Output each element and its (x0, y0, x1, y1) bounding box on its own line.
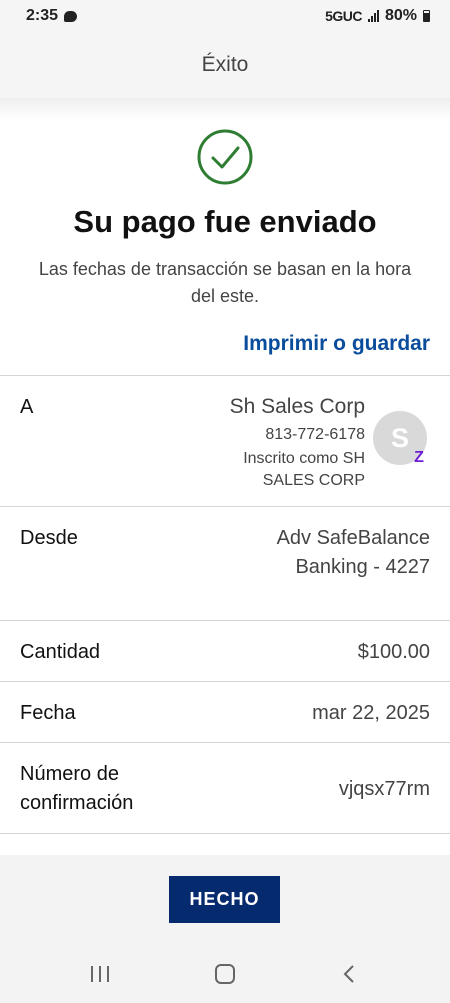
recents-icon[interactable] (80, 959, 120, 989)
system-nav-bar (0, 945, 450, 1003)
print-or-save-link[interactable]: Imprimir o guardar (243, 332, 430, 356)
signal-icon (367, 10, 379, 22)
divider (0, 742, 450, 743)
done-button[interactable]: HECHO (169, 876, 280, 923)
page-header: Éxito (0, 32, 450, 98)
from-account-line2: Banking - 4227 (295, 556, 430, 578)
check-circle-icon (197, 129, 253, 185)
zelle-icon: Z (414, 449, 424, 466)
from-label: Desde (20, 527, 78, 549)
status-right: 5GUC 80% (325, 7, 430, 25)
network-type: 5GUC (325, 8, 362, 24)
date-label: Fecha (20, 702, 76, 724)
confirmation-subtitle: Las fechas de transacción se basan en la… (38, 259, 412, 306)
date-value: mar 22, 2025 (312, 702, 430, 724)
divider (0, 620, 450, 621)
recipient-enrolled-as: Inscrito como SH SALES CORP (243, 450, 365, 489)
confirmation-title: Su pago fue enviado (73, 204, 377, 239)
page-title: Éxito (201, 53, 249, 76)
confirmation-number-label-line2: confirmación (20, 792, 134, 814)
divider (0, 681, 450, 682)
confirmation-number-value: vjqsx77rm (338, 778, 430, 800)
home-icon[interactable] (205, 959, 245, 989)
status-bar: 2:35 5GUC 80% (0, 0, 450, 32)
back-icon[interactable] (330, 959, 370, 989)
header-shadow (0, 98, 450, 120)
battery-percent: 80% (384, 7, 417, 24)
confirmation-number-label-line1: Número de (20, 763, 119, 785)
status-time: 2:35 (26, 7, 59, 24)
divider (0, 375, 450, 376)
amount-value: $100.00 (357, 641, 430, 663)
from-account-line1: Adv SafeBalance (276, 527, 430, 549)
amount-label: Cantidad (20, 641, 101, 663)
divider (0, 506, 450, 507)
message-notification-icon (64, 10, 78, 22)
recipient-phone: 813-772-6178 (265, 426, 365, 443)
recipient-name: Sh Sales Corp (229, 395, 365, 418)
status-left: 2:35 (26, 7, 78, 25)
to-label: A (20, 396, 34, 418)
battery-icon (423, 10, 430, 22)
divider (0, 833, 450, 834)
